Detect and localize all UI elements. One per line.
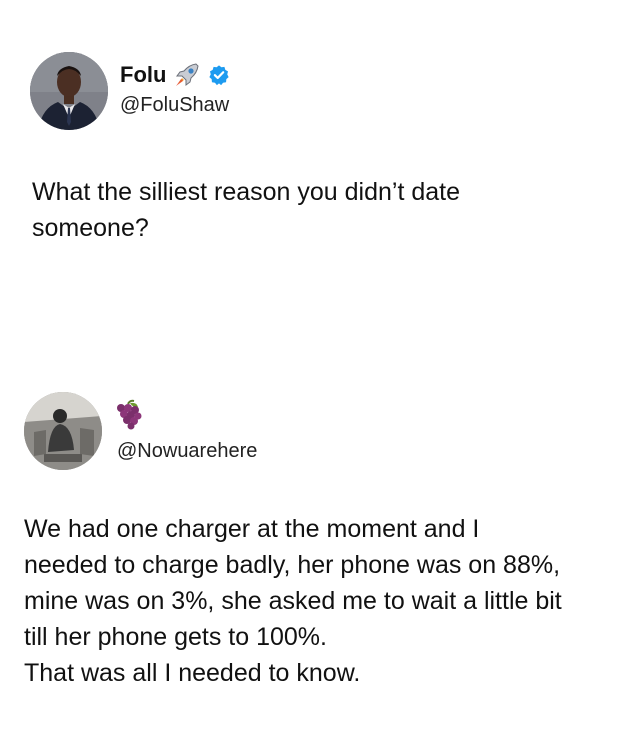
- rocket-icon: [176, 63, 199, 86]
- verified-badge-icon: [209, 65, 230, 86]
- reply-text: We had one charger at the moment and I n…: [24, 515, 562, 687]
- author-avatar-image: [30, 52, 108, 130]
- original-tweet: Folu @FoluShaw What the silliest reason …: [0, 0, 640, 330]
- author-display-name[interactable]: Folu: [120, 62, 166, 88]
- author-handle[interactable]: @FoluShaw: [120, 93, 229, 117]
- grapes-icon: [117, 399, 142, 430]
- reply-author-avatar-image: [24, 392, 102, 470]
- tweet-text: What the silliest reason you didn’t date…: [32, 178, 461, 242]
- reply-author-handle[interactable]: @Nowuarehere: [117, 439, 257, 463]
- author-name-row: Folu: [120, 60, 230, 90]
- reply-author-avatar[interactable]: [24, 392, 102, 470]
- author-avatar[interactable]: [30, 52, 108, 130]
